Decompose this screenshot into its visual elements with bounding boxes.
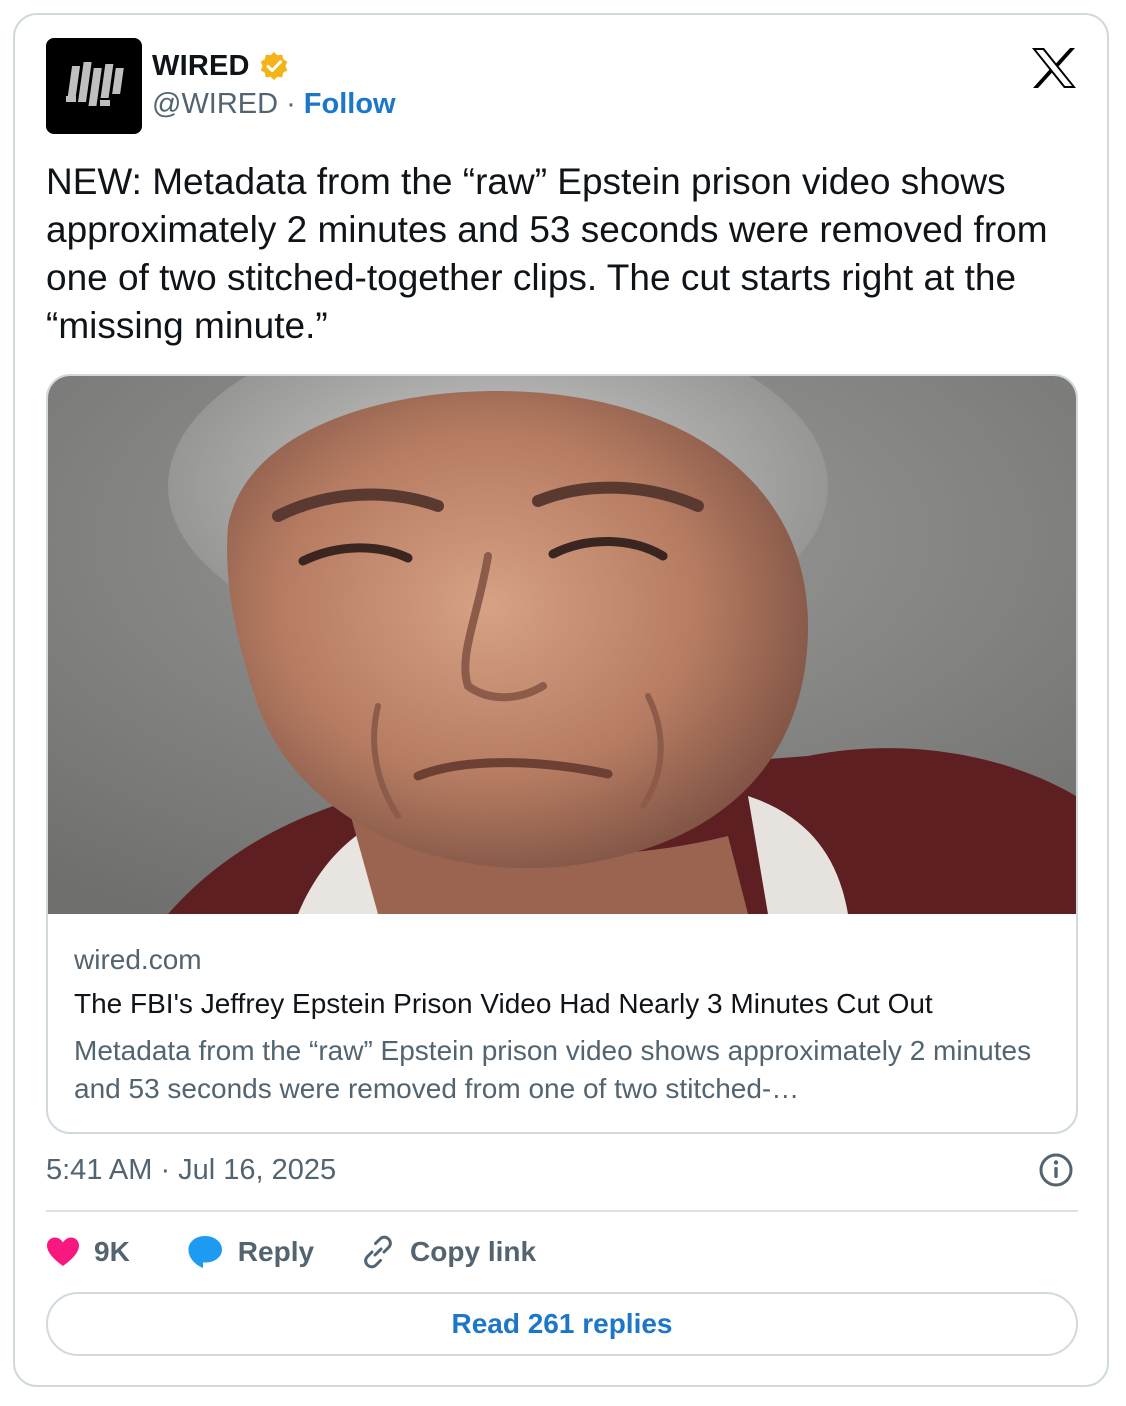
article-description: Metadata from the “raw” Epstein prison v… xyxy=(74,1035,1032,1104)
reply-bubble-icon xyxy=(188,1236,222,1268)
account-handle[interactable]: @WIRED xyxy=(152,88,278,121)
heart-icon xyxy=(47,1237,79,1266)
article-headline: The FBI's Jeffrey Epstein Prison Video H… xyxy=(74,988,933,1019)
x-logo-icon[interactable] xyxy=(1030,46,1078,90)
link-preview-card[interactable]: wired.com The FBI's Jeffrey Epstein Pris… xyxy=(46,374,1078,1134)
tweet-timestamp[interactable]: 5:41 AM · Jul 16, 2025 xyxy=(46,1154,336,1187)
account-name-row: WIRED xyxy=(152,46,290,86)
avatar[interactable] xyxy=(46,38,142,134)
read-replies-button[interactable]: Read 261 replies xyxy=(46,1292,1078,1356)
like-button[interactable]: 9K xyxy=(46,1236,130,1268)
info-icon[interactable] xyxy=(1038,1152,1074,1188)
follow-button[interactable]: Follow xyxy=(304,88,396,121)
separator-dot: · xyxy=(286,88,296,120)
reply-label: Reply xyxy=(237,1236,315,1267)
action-bar: 9K Reply Copy link xyxy=(46,1230,536,1274)
article-domain: wired.com xyxy=(74,944,202,975)
tweet-text: NEW: Metadata from the “raw” Epstein pri… xyxy=(46,161,1048,346)
copy-link-button[interactable]: Copy link xyxy=(360,1234,536,1270)
like-count: 9K xyxy=(94,1236,130,1267)
account-name[interactable]: WIRED xyxy=(152,50,250,83)
divider xyxy=(46,1210,1078,1212)
verified-badge-icon xyxy=(260,52,287,80)
link-icon xyxy=(364,1235,392,1269)
handle-row: @WIRED · Follow xyxy=(152,88,396,121)
wired-logo-icon xyxy=(66,62,124,106)
article-image xyxy=(48,376,1076,914)
reply-button[interactable]: Reply xyxy=(186,1234,314,1270)
copy-link-label: Copy link xyxy=(410,1236,537,1267)
